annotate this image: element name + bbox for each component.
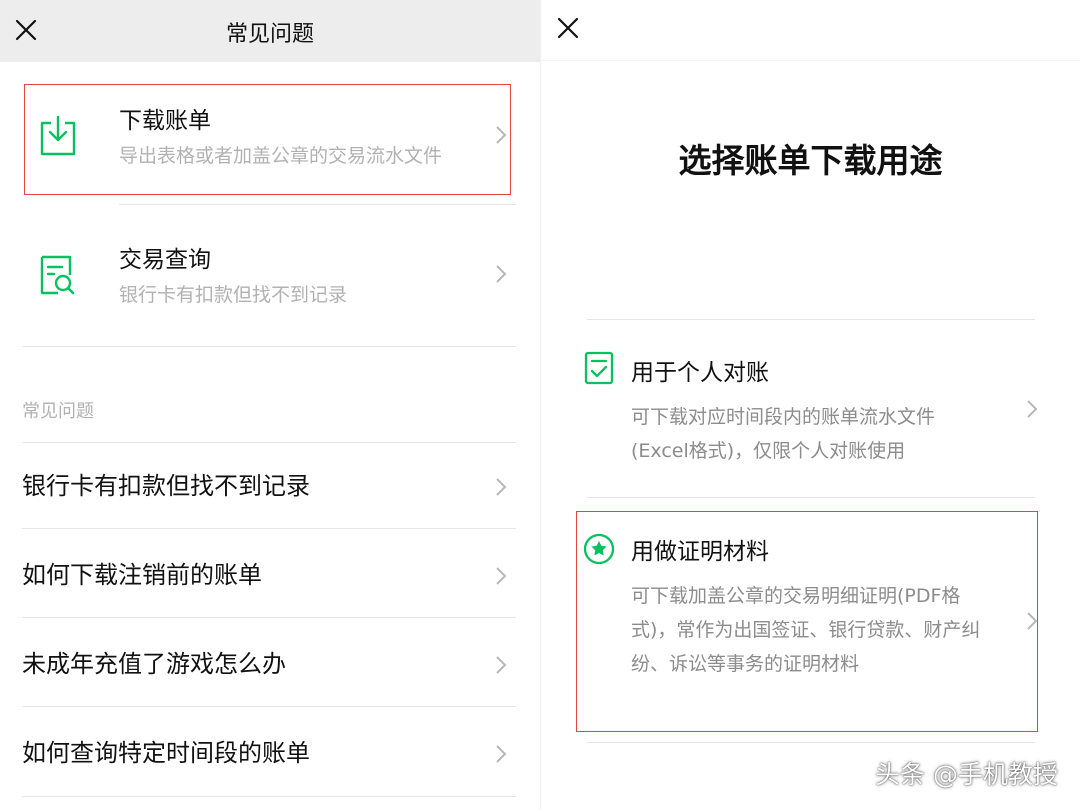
watermark: 头条 @手机教授 (875, 760, 1058, 789)
section-label: 常见问题 (22, 401, 94, 422)
divider (587, 319, 1035, 320)
chevron-right-icon (494, 565, 508, 587)
chevron-right-icon (494, 476, 508, 498)
faq-item-label: 未成年充值了游戏怎么办 (22, 650, 286, 678)
entry-title: 交易查询 (119, 247, 211, 273)
page-title: 常见问题 (225, 22, 314, 47)
faq-item-label: 如何下载注销前的账单 (22, 561, 262, 589)
close-icon (557, 17, 579, 39)
personal-reconciliation-option[interactable]: 用于个人对账 可下载对应时间段内的账单流水文件(Excel格式)，仅限个人对账使… (579, 340, 1039, 480)
chevron-right-icon (494, 263, 508, 285)
highlight-box (576, 511, 1038, 732)
divider (22, 617, 516, 618)
divider (587, 497, 1035, 498)
bill-purpose-screen: 选择账单下载用途 用于个人对账 可下载对应时间段内的账单流水文件(Excel格式… (540, 0, 1080, 810)
divider (22, 528, 516, 529)
nav-bar: 常见问题 (0, 0, 540, 62)
divider (587, 742, 1035, 743)
faq-item[interactable]: 如何下载注销前的账单 (22, 531, 516, 619)
option-title: 用于个人对账 (631, 360, 769, 386)
highlight-box (24, 84, 511, 195)
faq-screen: 常见问题 下载账单 导出表格或者加盖公章的交易流水文件 交易查询 银行卡有扣款但… (0, 0, 540, 810)
search-document-icon (38, 253, 78, 297)
chevron-right-icon (1025, 398, 1039, 420)
entry-description: 银行卡有扣款但找不到记录 (119, 284, 348, 306)
page-title: 选择账单下载用途 (678, 141, 943, 180)
close-button[interactable] (554, 14, 582, 42)
option-description: 可下载对应时间段内的账单流水文件(Excel格式)，仅限个人对账使用 (631, 406, 936, 462)
chevron-right-icon (494, 743, 508, 765)
divider (541, 60, 1080, 61)
checklist-icon (583, 350, 615, 386)
divider (22, 346, 516, 347)
chevron-right-icon (494, 654, 508, 676)
faq-item[interactable]: 如何查询特定时间段的账单 (22, 709, 516, 797)
faq-item[interactable]: 银行卡有扣款但找不到记录 (22, 442, 516, 530)
transaction-query-entry[interactable]: 交易查询 银行卡有扣款但找不到记录 (22, 225, 516, 335)
faq-item[interactable]: 未成年充值了游戏怎么办 (22, 620, 516, 708)
divider (119, 204, 516, 205)
divider (22, 796, 516, 797)
faq-item-label: 如何查询特定时间段的账单 (22, 739, 310, 767)
faq-item-label: 银行卡有扣款但找不到记录 (22, 472, 310, 500)
divider (22, 706, 516, 707)
